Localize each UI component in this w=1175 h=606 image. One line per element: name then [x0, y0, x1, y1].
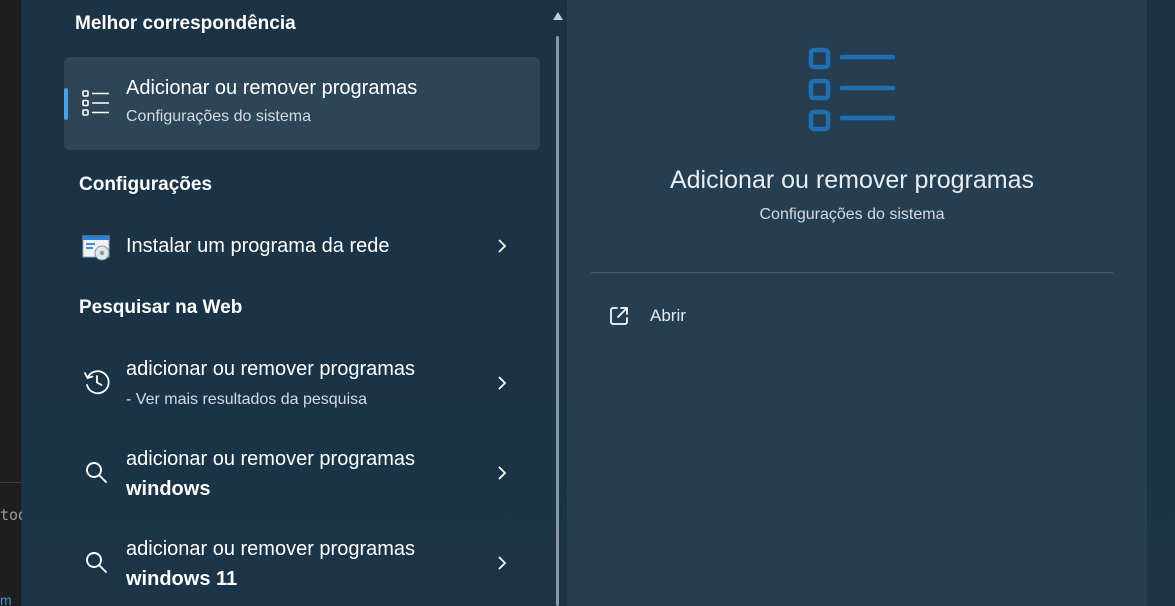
- chevron-right-icon: [498, 556, 507, 570]
- chevron-right-icon: [498, 376, 507, 390]
- search-icon: [86, 552, 107, 573]
- open-external-icon: [610, 307, 628, 325]
- background-text-fragment: tod: [0, 506, 22, 524]
- chevron-right-icon: [498, 239, 507, 253]
- best-match-title: Adicionar ou remover programas: [126, 77, 418, 99]
- settings-heading: Configurações: [79, 174, 213, 195]
- best-match-heading: Melhor correspondência: [75, 13, 296, 34]
- scrollbar-thumb[interactable]: [556, 36, 559, 606]
- list-settings-large-icon: [808, 47, 896, 132]
- history-icon: [84, 370, 110, 395]
- web-result-line1: adicionar ou remover programas: [126, 448, 416, 470]
- search-flyout: Melhor correspondência Adicionar ou remo…: [22, 0, 1175, 606]
- list-settings-icon: [82, 90, 109, 116]
- web-heading: Pesquisar na Web: [79, 297, 243, 318]
- results-scrollbar[interactable]: [552, 0, 564, 606]
- preview-divider: [591, 272, 1113, 273]
- background-divider: [0, 482, 22, 483]
- search-icon: [86, 462, 107, 483]
- chevron-right-icon: [498, 466, 507, 480]
- web-result-item[interactable]: adicionar ou remover programas windows: [64, 440, 540, 506]
- web-result-item[interactable]: adicionar ou remover programas - Ver mai…: [64, 350, 540, 416]
- background-link-fragment: m: [0, 592, 12, 606]
- network-install-icon: [82, 235, 110, 261]
- web-result-line1: adicionar ou remover programas: [126, 358, 416, 380]
- web-result-item[interactable]: adicionar ou remover programas windows 1…: [64, 530, 540, 596]
- open-label: Abrir: [650, 306, 686, 325]
- settings-item-label: Instalar um programa da rede: [126, 235, 390, 257]
- preview-subtitle: Configurações do sistema: [759, 206, 945, 223]
- preview-title: Adicionar ou remover programas: [669, 166, 1035, 194]
- selection-accent: [64, 88, 68, 120]
- background-window: tod m: [0, 0, 22, 606]
- settings-item-install-network[interactable]: Instalar um programa da rede: [64, 226, 540, 270]
- best-match-subtitle: Configurações do sistema: [126, 108, 311, 125]
- web-result-line2: windows: [126, 478, 211, 500]
- web-result-line1: adicionar ou remover programas: [126, 538, 416, 560]
- results-list: Melhor correspondência Adicionar ou remo…: [22, 0, 552, 606]
- web-result-line2: windows 11: [126, 568, 238, 590]
- web-result-line2: - Ver mais resultados da pesquisa: [126, 391, 368, 408]
- best-match-item[interactable]: Adicionar ou remover programas Configura…: [64, 57, 540, 150]
- scroll-up-arrow-icon[interactable]: [552, 10, 564, 22]
- preview-pane: Adicionar ou remover programas Configura…: [567, 0, 1147, 606]
- open-action[interactable]: Abrir: [605, 300, 805, 334]
